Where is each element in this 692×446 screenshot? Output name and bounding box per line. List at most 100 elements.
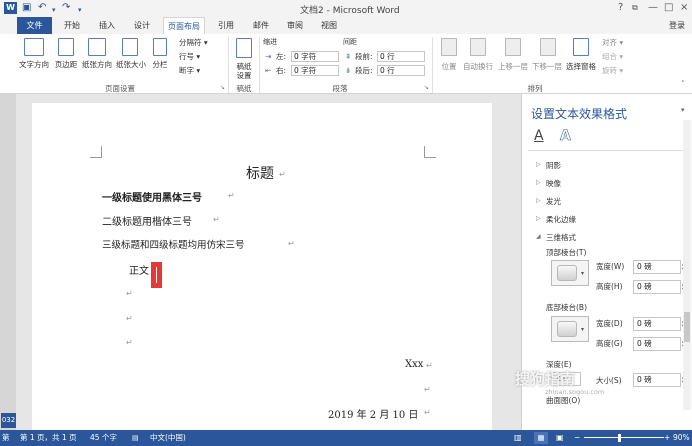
zoom-out-icon[interactable]: − (574, 430, 580, 446)
depth-size-input[interactable]: 0 磅 (633, 373, 681, 387)
shadow-section[interactable]: 阴影 (546, 160, 561, 171)
pane-options-icon[interactable]: ▾ (681, 106, 685, 114)
text-fill-outline-icon[interactable]: A (534, 128, 544, 144)
3d-format-section[interactable]: 三维格式 (546, 232, 576, 243)
indent-left-icon: ⇥ (265, 52, 272, 61)
login-link[interactable]: 登录 (664, 17, 690, 34)
text-effects-icon[interactable]: A (560, 128, 571, 145)
paper-size-button[interactable]: 纸张大小 (114, 59, 148, 70)
tab-page-layout[interactable]: 页面布局 (163, 17, 205, 34)
window-title: 文档2 - Microsoft Word (300, 6, 400, 16)
send-backward-icon (540, 38, 556, 56)
indent-left-label: 左: (276, 52, 287, 61)
rotate-button[interactable]: 旋转 ▾ (602, 65, 623, 76)
proofing-icon[interactable]: ▤ (132, 430, 139, 446)
draft-group-label: 稿纸 (236, 84, 252, 93)
position-button[interactable]: 位置 (436, 61, 462, 72)
tab-insert[interactable]: 插入 (93, 17, 121, 34)
bring-forward-button[interactable]: 上移一层 (496, 61, 530, 72)
chevron-down-icon[interactable]: ▾ (581, 270, 584, 277)
group-button[interactable]: 组合 ▾ (602, 51, 623, 62)
breaks-button[interactable]: 分隔符 ▾ (179, 37, 208, 48)
orientation-button[interactable]: 纸张方向 (80, 59, 114, 70)
line-numbers-button[interactable]: 行号 ▾ (179, 51, 200, 62)
paragraph-launcher-icon[interactable]: ↘ (424, 84, 429, 91)
collapsed-triangle-icon: ▷ (536, 197, 541, 204)
page-setup-launcher-icon[interactable]: ↘ (220, 84, 225, 91)
maximize-icon[interactable]: □ (664, 2, 673, 13)
word-count[interactable]: 45 个字 (90, 430, 117, 446)
web-layout-icon[interactable]: ▣ (556, 430, 564, 446)
tab-home[interactable]: 开始 (58, 17, 86, 34)
glow-section[interactable]: 发光 (546, 196, 561, 207)
undo-icon[interactable]: ↶ (38, 2, 46, 14)
collapsed-triangle-icon: ▷ (536, 179, 541, 186)
margins-button[interactable]: 页边距 (52, 59, 80, 70)
pane-scrollbar[interactable] (683, 120, 691, 410)
language-status[interactable]: 中文(中国) (150, 430, 186, 446)
zoom-slider[interactable] (584, 437, 664, 438)
hyphenation-button[interactable]: 断字 ▾ (179, 65, 200, 76)
space-after-input[interactable]: 0 行 (377, 65, 425, 76)
redo-icon[interactable]: ↷ (62, 2, 70, 14)
left-edge-strip (0, 94, 16, 430)
zoom-level[interactable]: 90% (673, 430, 690, 446)
reflection-section[interactable]: 映像 (546, 178, 561, 189)
indent-left-input[interactable]: 0 字符 (291, 51, 339, 62)
word-app-icon[interactable]: W (4, 2, 17, 14)
help-icon[interactable]: ? (618, 2, 623, 13)
ribbon-display-icon[interactable]: ⧉ (632, 3, 638, 13)
top-height-input[interactable]: 0 磅 (633, 280, 681, 294)
save-icon[interactable]: ▣ (22, 2, 31, 14)
margins-icon (58, 38, 74, 56)
date-text[interactable]: 2019 年 2 月 10 日 (328, 406, 418, 421)
top-width-input[interactable]: 0 磅 (633, 260, 681, 274)
signature-text[interactable]: Xxx (405, 359, 423, 370)
document-title[interactable]: 标题 (246, 163, 274, 183)
send-backward-button[interactable]: 下移一层 (530, 61, 564, 72)
pane-scroll-thumb[interactable] (684, 312, 690, 342)
margin-corner-mark (90, 146, 102, 158)
draft-settings-button[interactable]: 稿纸 设置 (231, 62, 257, 80)
heading-level-2[interactable]: 二级标题用楷体三号 (102, 213, 192, 228)
contour-label: 曲面图(O) (546, 396, 581, 405)
space-before-input[interactable]: 0 行 (377, 51, 425, 62)
customize-qat-icon[interactable]: ▾ (78, 4, 82, 16)
tab-review[interactable]: 审阅 (281, 17, 309, 34)
heading-level-1[interactable]: 一级标题使用黑体三号 (102, 189, 202, 204)
tab-view[interactable]: 视图 (315, 17, 343, 34)
tab-design[interactable]: 设计 (128, 17, 156, 34)
body-text[interactable]: 正文 (129, 262, 149, 277)
minimize-icon[interactable]: — (648, 2, 658, 13)
watermark-logo: 搜狗指南 (515, 370, 576, 388)
read-mode-icon[interactable]: ▥ (514, 430, 522, 446)
columns-button[interactable]: 分栏 (148, 59, 172, 70)
selection-pane-button[interactable]: 选择窗格 (564, 61, 598, 72)
zoom-in-icon[interactable]: + (664, 430, 670, 446)
bottom-width-input[interactable]: 0 磅 (633, 317, 681, 331)
collapsed-triangle-icon: ▷ (536, 161, 541, 168)
bottom-height-input[interactable]: 0 磅 (633, 337, 681, 351)
paragraph-mark: ↵ (426, 361, 433, 370)
print-layout-icon[interactable]: ▦ (534, 432, 548, 444)
soft-edges-section[interactable]: 柔化边缘 (546, 214, 576, 225)
align-button[interactable]: 对齐 ▾ (602, 37, 623, 48)
paragraph-mark: ↵ (213, 215, 220, 224)
chevron-down-icon[interactable]: ▾ (581, 326, 584, 333)
text-direction-button[interactable]: 文字方向 (16, 59, 52, 70)
collapse-ribbon-icon[interactable]: ˄ (681, 80, 685, 88)
tab-mailings[interactable]: 邮件 (247, 17, 275, 34)
tab-references[interactable]: 引用 (212, 17, 240, 34)
indent-right-icon: ⇤ (265, 66, 272, 75)
zoom-slider-thumb[interactable] (618, 434, 621, 442)
draft-paper-icon (236, 38, 252, 58)
wrap-text-button[interactable]: 自动换行 (460, 61, 496, 72)
tab-file[interactable]: 文件 (17, 17, 52, 34)
undo-dropdown-icon[interactable]: ▾ (52, 4, 56, 16)
close-icon[interactable]: × (680, 2, 688, 13)
heading-level-3[interactable]: 三级标题和四级标题均用仿宋三号 (102, 237, 245, 251)
page-count[interactable]: 第 1 页，共 1 页 (20, 430, 77, 446)
space-after-icon: ⇟ (345, 66, 352, 75)
indent-right-input[interactable]: 0 字符 (291, 65, 339, 76)
arrange-group-label: 排列 (527, 84, 543, 93)
